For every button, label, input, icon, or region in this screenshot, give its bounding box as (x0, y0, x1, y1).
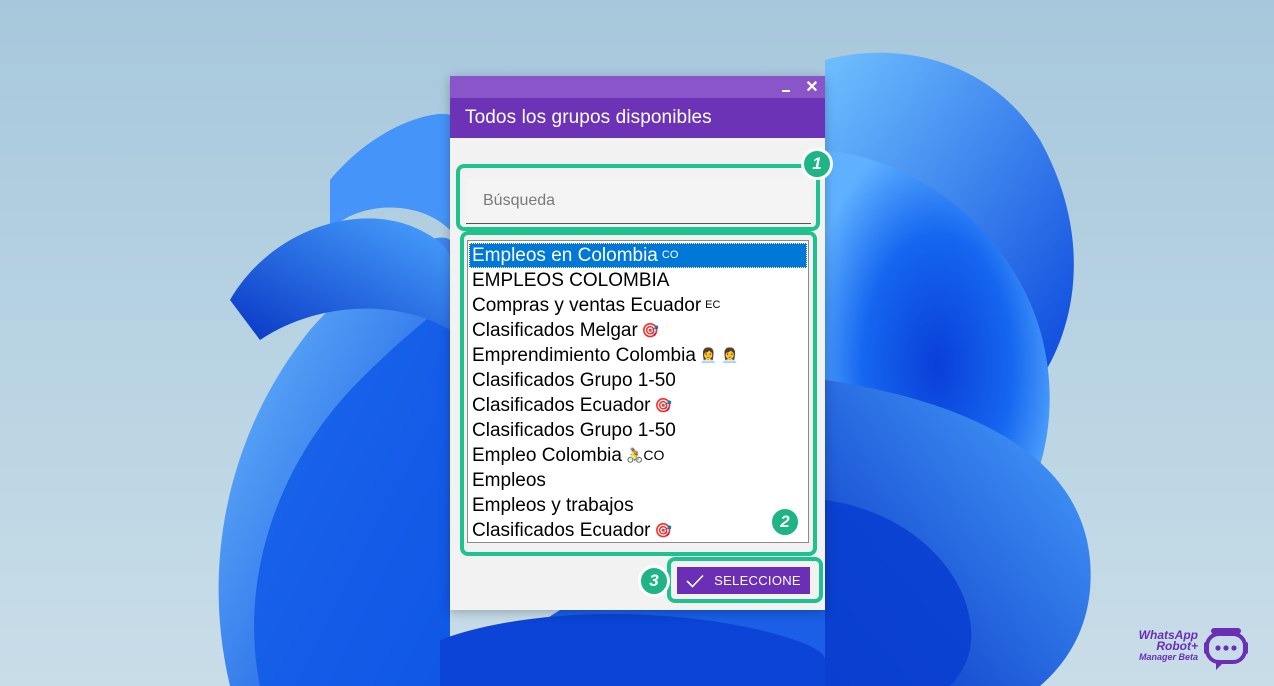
callout-button-highlight (667, 557, 823, 603)
brand-line-3: Manager Beta (1138, 652, 1198, 662)
callout-badge-2: 2 (769, 506, 801, 538)
callout-badge-1: 1 (801, 148, 833, 180)
brand-text: WhatsApp Robot+ Manager Beta (1098, 629, 1198, 663)
minimize-icon[interactable] (775, 76, 797, 98)
brand-logo: WhatsApp Robot+ Manager Beta (1098, 624, 1248, 680)
brand-line-2: Robot+ (1156, 639, 1198, 653)
dialog-title: Todos los grupos disponibles (450, 98, 825, 138)
robot-chat-icon (1204, 628, 1248, 670)
window-title-bar: ✕ (450, 76, 825, 98)
callout-badge-3: 3 (638, 565, 670, 597)
close-icon[interactable]: ✕ (801, 76, 823, 98)
callout-search-highlight (456, 164, 820, 231)
callout-list-highlight (460, 231, 817, 556)
desktop: ✕ Todos los grupos disponibles Empleos e… (0, 0, 1274, 686)
